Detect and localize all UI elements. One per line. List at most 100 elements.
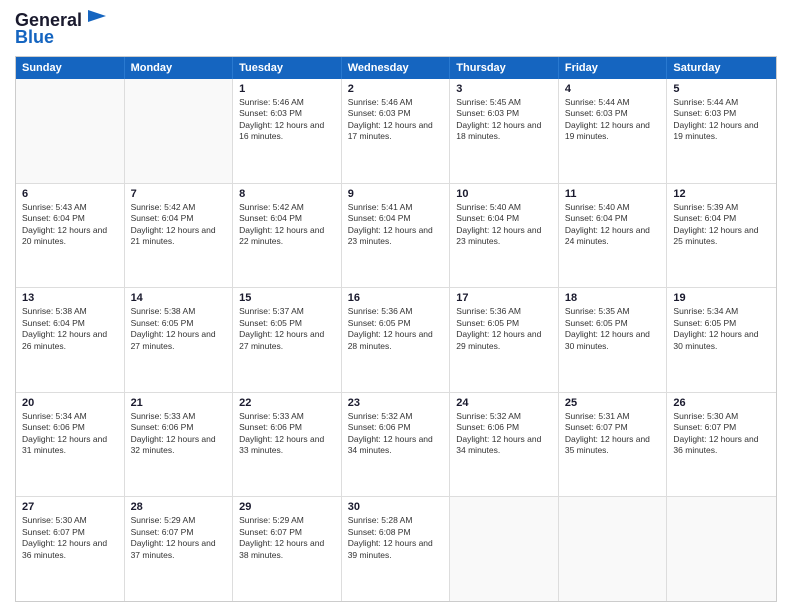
table-row: 24 Sunrise: 5:32 AM Sunset: 6:06 PM Dayli… xyxy=(450,393,559,497)
calendar-week-1: 1 Sunrise: 5:46 AM Sunset: 6:03 PM Daylig… xyxy=(16,79,776,184)
day-number: 2 xyxy=(348,83,444,95)
day-number: 5 xyxy=(673,83,770,95)
day-number: 27 xyxy=(22,501,118,513)
header: General Blue xyxy=(15,10,777,48)
table-row: 1 Sunrise: 5:46 AM Sunset: 6:03 PM Daylig… xyxy=(233,79,342,183)
day-header-monday: Monday xyxy=(125,57,234,79)
table-row: 21 Sunrise: 5:33 AM Sunset: 6:06 PM Dayli… xyxy=(125,393,234,497)
day-number: 10 xyxy=(456,188,552,200)
table-row: 18 Sunrise: 5:35 AM Sunset: 6:05 PM Dayli… xyxy=(559,288,668,392)
day-info: Sunrise: 5:41 AM Sunset: 6:04 PM Dayligh… xyxy=(348,202,444,248)
day-number: 4 xyxy=(565,83,661,95)
table-row: 28 Sunrise: 5:29 AM Sunset: 6:07 PM Dayli… xyxy=(125,497,234,601)
logo: General Blue xyxy=(15,10,106,48)
day-info: Sunrise: 5:32 AM Sunset: 6:06 PM Dayligh… xyxy=(456,411,552,457)
day-number: 23 xyxy=(348,397,444,409)
day-info: Sunrise: 5:29 AM Sunset: 6:07 PM Dayligh… xyxy=(239,515,335,561)
table-row: 25 Sunrise: 5:31 AM Sunset: 6:07 PM Dayli… xyxy=(559,393,668,497)
day-header-sunday: Sunday xyxy=(16,57,125,79)
calendar-header: SundayMondayTuesdayWednesdayThursdayFrid… xyxy=(16,57,776,79)
table-row: 8 Sunrise: 5:42 AM Sunset: 6:04 PM Daylig… xyxy=(233,184,342,288)
day-number: 28 xyxy=(131,501,227,513)
day-info: Sunrise: 5:39 AM Sunset: 6:04 PM Dayligh… xyxy=(673,202,770,248)
table-row: 2 Sunrise: 5:46 AM Sunset: 6:03 PM Daylig… xyxy=(342,79,451,183)
day-number: 12 xyxy=(673,188,770,200)
calendar-week-2: 6 Sunrise: 5:43 AM Sunset: 6:04 PM Daylig… xyxy=(16,184,776,289)
day-info: Sunrise: 5:42 AM Sunset: 6:04 PM Dayligh… xyxy=(239,202,335,248)
table-row: 13 Sunrise: 5:38 AM Sunset: 6:04 PM Dayli… xyxy=(16,288,125,392)
table-row: 12 Sunrise: 5:39 AM Sunset: 6:04 PM Dayli… xyxy=(667,184,776,288)
day-info: Sunrise: 5:33 AM Sunset: 6:06 PM Dayligh… xyxy=(131,411,227,457)
table-row: 10Sunrise: 5:40 AM Sunset: 6:04 PM Dayli… xyxy=(450,184,559,288)
day-number: 24 xyxy=(456,397,552,409)
day-header-thursday: Thursday xyxy=(450,57,559,79)
day-number: 1 xyxy=(239,83,335,95)
day-info: Sunrise: 5:40 AM Sunset: 6:04 PM Dayligh… xyxy=(565,202,661,248)
day-info: Sunrise: 5:37 AM Sunset: 6:05 PM Dayligh… xyxy=(239,306,335,352)
table-row xyxy=(125,79,234,183)
day-info: Sunrise: 5:35 AM Sunset: 6:05 PM Dayligh… xyxy=(565,306,661,352)
day-number: 16 xyxy=(348,292,444,304)
day-number: 13 xyxy=(22,292,118,304)
table-row: 14Sunrise: 5:38 AM Sunset: 6:05 PM Dayli… xyxy=(125,288,234,392)
table-row: 9 Sunrise: 5:41 AM Sunset: 6:04 PM Daylig… xyxy=(342,184,451,288)
calendar-week-3: 13 Sunrise: 5:38 AM Sunset: 6:04 PM Dayli… xyxy=(16,288,776,393)
day-info: Sunrise: 5:46 AM Sunset: 6:03 PM Dayligh… xyxy=(348,97,444,143)
day-info: Sunrise: 5:30 AM Sunset: 6:07 PM Dayligh… xyxy=(673,411,770,457)
day-number: 7 xyxy=(131,188,227,200)
calendar-week-4: 20Sunrise: 5:34 AM Sunset: 6:06 PM Dayli… xyxy=(16,393,776,498)
table-row: 3 Sunrise: 5:45 AM Sunset: 6:03 PM Daylig… xyxy=(450,79,559,183)
table-row: 5Sunrise: 5:44 AM Sunset: 6:03 PM Daylig… xyxy=(667,79,776,183)
day-number: 26 xyxy=(673,397,770,409)
day-info: Sunrise: 5:33 AM Sunset: 6:06 PM Dayligh… xyxy=(239,411,335,457)
day-info: Sunrise: 5:34 AM Sunset: 6:06 PM Dayligh… xyxy=(22,411,118,457)
day-number: 30 xyxy=(348,501,444,513)
day-info: Sunrise: 5:45 AM Sunset: 6:03 PM Dayligh… xyxy=(456,97,552,143)
table-row: 16 Sunrise: 5:36 AM Sunset: 6:05 PM Dayli… xyxy=(342,288,451,392)
table-row: 22Sunrise: 5:33 AM Sunset: 6:06 PM Dayli… xyxy=(233,393,342,497)
day-number: 8 xyxy=(239,188,335,200)
day-info: Sunrise: 5:42 AM Sunset: 6:04 PM Dayligh… xyxy=(131,202,227,248)
day-number: 3 xyxy=(456,83,552,95)
calendar-week-5: 27 Sunrise: 5:30 AM Sunset: 6:07 PM Dayli… xyxy=(16,497,776,601)
table-row: 17 Sunrise: 5:36 AM Sunset: 6:05 PM Dayli… xyxy=(450,288,559,392)
table-row xyxy=(16,79,125,183)
day-info: Sunrise: 5:36 AM Sunset: 6:05 PM Dayligh… xyxy=(456,306,552,352)
table-row: 26 Sunrise: 5:30 AM Sunset: 6:07 PM Dayli… xyxy=(667,393,776,497)
day-number: 6 xyxy=(22,188,118,200)
day-header-tuesday: Tuesday xyxy=(233,57,342,79)
page: General Blue SundayMondayTuesdayWednesda… xyxy=(0,0,792,612)
calendar: SundayMondayTuesdayWednesdayThursdayFrid… xyxy=(15,56,777,602)
table-row: 19Sunrise: 5:34 AM Sunset: 6:05 PM Dayli… xyxy=(667,288,776,392)
day-info: Sunrise: 5:29 AM Sunset: 6:07 PM Dayligh… xyxy=(131,515,227,561)
day-number: 17 xyxy=(456,292,552,304)
day-number: 15 xyxy=(239,292,335,304)
day-number: 29 xyxy=(239,501,335,513)
day-header-friday: Friday xyxy=(559,57,668,79)
day-info: Sunrise: 5:31 AM Sunset: 6:07 PM Dayligh… xyxy=(565,411,661,457)
logo-flag-icon xyxy=(84,10,106,28)
table-row: 11 Sunrise: 5:40 AM Sunset: 6:04 PM Dayli… xyxy=(559,184,668,288)
day-info: Sunrise: 5:43 AM Sunset: 6:04 PM Dayligh… xyxy=(22,202,118,248)
day-info: Sunrise: 5:46 AM Sunset: 6:03 PM Dayligh… xyxy=(239,97,335,143)
day-number: 25 xyxy=(565,397,661,409)
day-number: 21 xyxy=(131,397,227,409)
day-info: Sunrise: 5:38 AM Sunset: 6:05 PM Dayligh… xyxy=(131,306,227,352)
day-info: Sunrise: 5:32 AM Sunset: 6:06 PM Dayligh… xyxy=(348,411,444,457)
day-header-wednesday: Wednesday xyxy=(342,57,451,79)
table-row xyxy=(450,497,559,601)
table-row: 4 Sunrise: 5:44 AM Sunset: 6:03 PM Daylig… xyxy=(559,79,668,183)
table-row: 30Sunrise: 5:28 AM Sunset: 6:08 PM Dayli… xyxy=(342,497,451,601)
day-info: Sunrise: 5:44 AM Sunset: 6:03 PM Dayligh… xyxy=(565,97,661,143)
day-number: 9 xyxy=(348,188,444,200)
day-info: Sunrise: 5:38 AM Sunset: 6:04 PM Dayligh… xyxy=(22,306,118,352)
table-row: 6 Sunrise: 5:43 AM Sunset: 6:04 PM Daylig… xyxy=(16,184,125,288)
day-number: 11 xyxy=(565,188,661,200)
table-row: 7 Sunrise: 5:42 AM Sunset: 6:04 PM Daylig… xyxy=(125,184,234,288)
calendar-body: 1 Sunrise: 5:46 AM Sunset: 6:03 PM Daylig… xyxy=(16,79,776,601)
table-row: 20Sunrise: 5:34 AM Sunset: 6:06 PM Dayli… xyxy=(16,393,125,497)
day-number: 18 xyxy=(565,292,661,304)
day-info: Sunrise: 5:30 AM Sunset: 6:07 PM Dayligh… xyxy=(22,515,118,561)
day-info: Sunrise: 5:36 AM Sunset: 6:05 PM Dayligh… xyxy=(348,306,444,352)
table-row: 29 Sunrise: 5:29 AM Sunset: 6:07 PM Dayli… xyxy=(233,497,342,601)
